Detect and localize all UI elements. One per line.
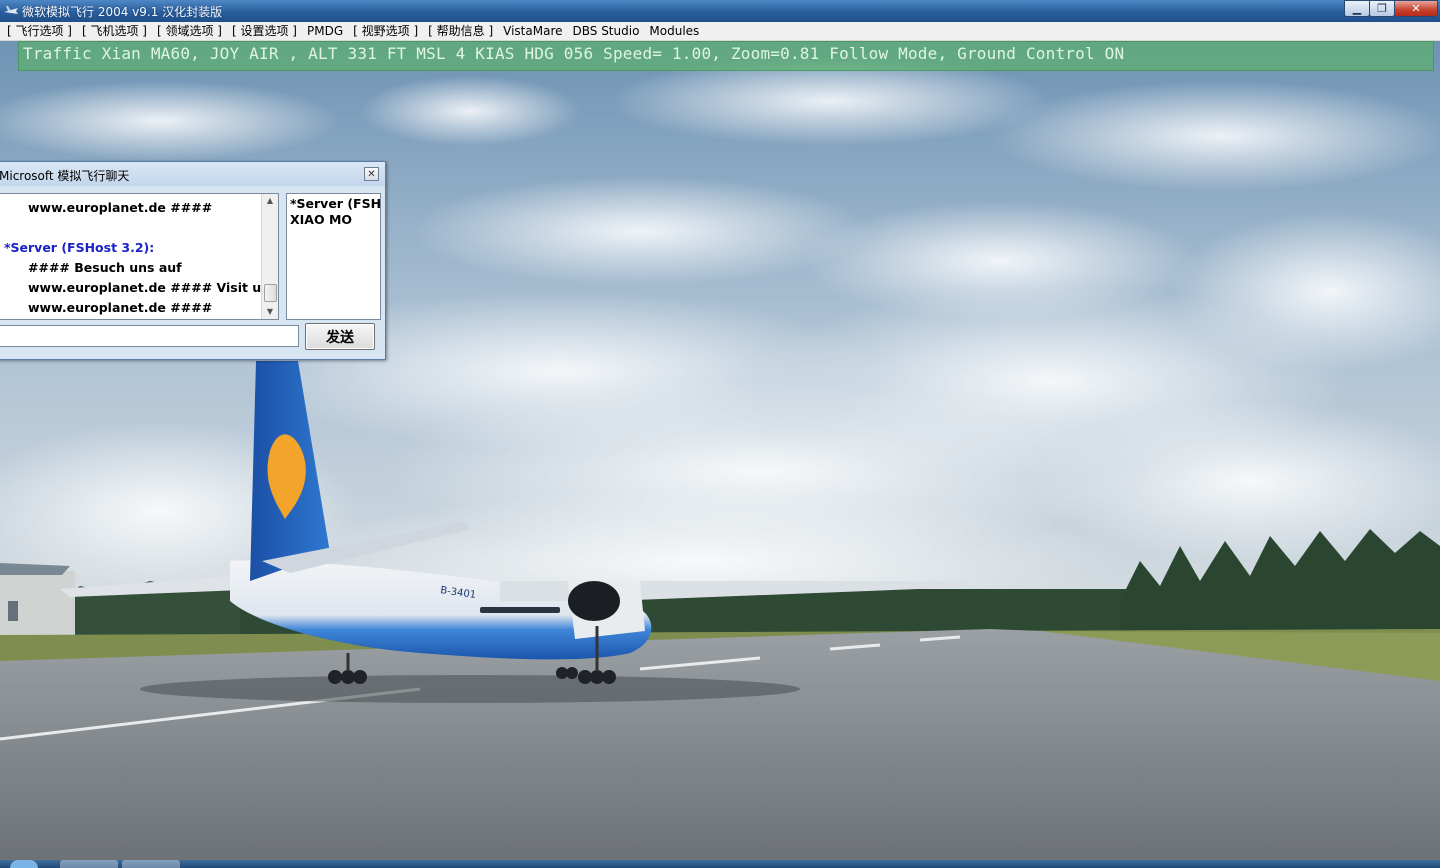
- chat-close-button[interactable]: ✕: [364, 167, 379, 181]
- user-list-item[interactable]: XIAO MO: [290, 212, 352, 227]
- window-title: 微软模拟飞行 2004 v9.1 汉化封装版: [22, 5, 223, 19]
- scroll-up-icon[interactable]: ▲: [262, 194, 278, 208]
- menu-settings-options[interactable]: [ 设置选项 ]: [227, 22, 302, 40]
- menu-help[interactable]: [ 帮助信息 ]: [423, 22, 498, 40]
- close-button[interactable]: ✕: [1394, 0, 1438, 17]
- chat-title: Microsoft 模拟飞行聊天: [0, 169, 130, 183]
- chat-log-line: www.europlanet.de ####: [28, 300, 213, 315]
- minimize-button[interactable]: ▁: [1344, 0, 1370, 17]
- chat-user-list[interactable]: *Server (FSHost 3.2) XIAO MO: [286, 193, 381, 320]
- hangar-building: [0, 563, 75, 639]
- menu-flight-options[interactable]: [ 飞行选项 ]: [2, 22, 77, 40]
- menu-bar: [ 飞行选项 ] [ 飞机选项 ] [ 领域选项 ] [ 设置选项 ] PMDG…: [0, 22, 1440, 41]
- scroll-thumb[interactable]: [264, 284, 277, 302]
- chat-log-scrollbar[interactable]: ▲ ▼: [261, 194, 278, 319]
- chat-log-line: www.europlanet.de ####: [28, 200, 213, 215]
- user-list-item[interactable]: *Server (FSHost 3.2): [290, 196, 380, 211]
- scroll-down-icon[interactable]: ▼: [262, 305, 278, 319]
- menu-view-options[interactable]: [ 视野选项 ]: [348, 22, 423, 40]
- chat-message-input[interactable]: [0, 325, 299, 347]
- menu-vistamare[interactable]: VistaMare: [498, 22, 567, 40]
- start-button[interactable]: [10, 860, 38, 868]
- maximize-button[interactable]: ❐: [1369, 0, 1395, 17]
- taskbar-item[interactable]: [122, 860, 180, 868]
- chat-log-line: www.europlanet.de #### Visit us on: [28, 280, 279, 295]
- menu-dbs-studio[interactable]: DBS Studio: [568, 22, 645, 40]
- window-title-bar[interactable]: 微软模拟飞行 2004 v9.1 汉化封装版 ▁ ❐ ✕: [0, 0, 1440, 22]
- menu-world-options[interactable]: [ 领域选项 ]: [152, 22, 227, 40]
- menu-aircraft-options[interactable]: [ 飞机选项 ]: [77, 22, 152, 40]
- chat-message-log[interactable]: www.europlanet.de #### *Server (FSHost 3…: [0, 193, 279, 320]
- chat-log-server-line: *Server (FSHost 3.2):: [4, 240, 155, 255]
- airplane-icon: [4, 6, 18, 14]
- send-button[interactable]: 发送: [305, 323, 375, 350]
- menu-pmdg[interactable]: PMDG: [302, 22, 348, 40]
- chat-title-bar[interactable]: Microsoft 模拟飞行聊天 ✕: [0, 162, 385, 186]
- taskbar: [0, 860, 1440, 868]
- sim-status-strip: Traffic Xian MA60, JOY AIR , ALT 331 FT …: [18, 41, 1434, 71]
- chat-log-line: #### Besuch uns auf: [28, 260, 182, 275]
- window-controls: ▁ ❐ ✕: [1344, 0, 1438, 18]
- chat-window[interactable]: Microsoft 模拟飞行聊天 ✕ www.europlanet.de ###…: [0, 161, 386, 360]
- taskbar-item[interactable]: [60, 860, 118, 868]
- menu-modules[interactable]: Modules: [644, 22, 704, 40]
